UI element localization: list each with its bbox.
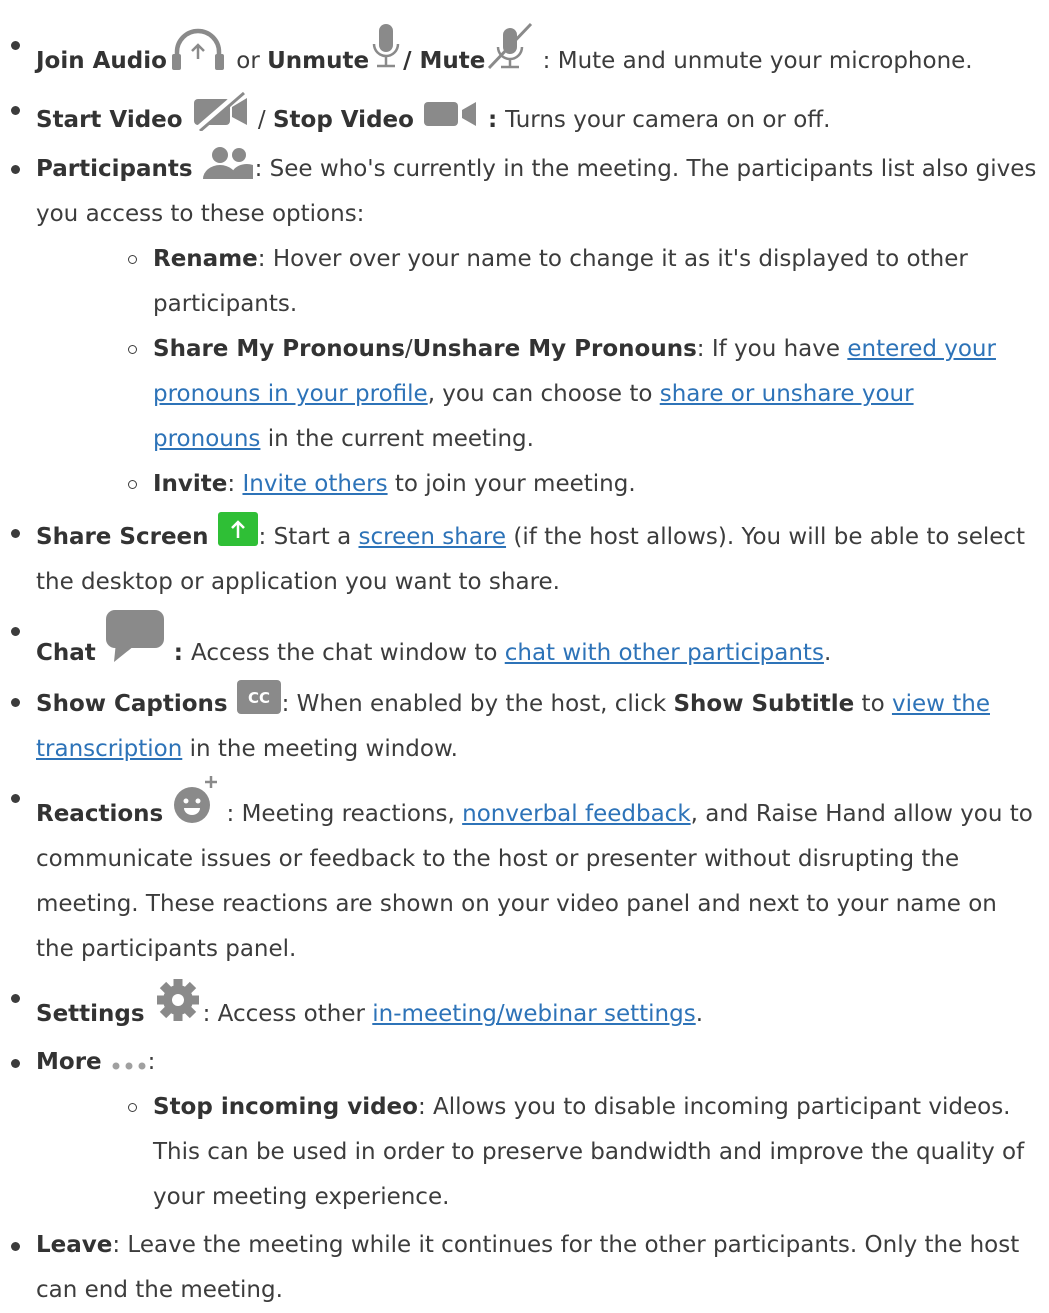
term-label: Start Video — [36, 107, 191, 133]
svg-text:CC: CC — [248, 689, 270, 707]
participants-icon — [201, 146, 255, 180]
doc-link[interactable]: chat with other participants — [505, 640, 824, 666]
term-label: Unshare My Pronouns — [412, 336, 697, 362]
microphone-icon — [369, 22, 403, 72]
list-item: Leave: Leave the meeting while it contin… — [0, 1223, 1049, 1313]
list-item: More : Stop incoming video: Allows you to… — [0, 1040, 1049, 1220]
description-text: . — [823, 640, 832, 666]
description-text: : — [147, 1049, 156, 1075]
doc-link[interactable]: screen share — [359, 524, 507, 550]
description-text: in the meeting window. — [182, 736, 458, 762]
description-text: : Leave the meeting while it continues f… — [36, 1232, 1020, 1303]
description-text: : Meeting reactions, — [219, 801, 463, 827]
description-text: or — [228, 48, 268, 74]
video-camera-icon — [422, 97, 480, 131]
term-label: Stop incoming video — [153, 1094, 418, 1120]
term-label: Participants — [36, 156, 201, 182]
term-label: Invite — [153, 471, 228, 497]
description-text: / — [404, 336, 413, 362]
chat-bubble-icon — [104, 608, 166, 664]
description-text: : Hover over your name to change it as i… — [153, 246, 968, 317]
description-text: : When enabled by the host, click — [281, 691, 674, 717]
term-label: Join Audio — [36, 48, 167, 74]
term-label: Show Captions — [36, 691, 236, 717]
term-label: / Mute — [403, 48, 486, 74]
list-item: Chat : Access the chat window to chat wi… — [0, 608, 1049, 676]
list-item: Share Screen : Start a screen share (if … — [0, 510, 1049, 605]
headphones-arrow-icon — [167, 26, 229, 72]
document: Join Audio or Unmute / Mute : Mute and un… — [0, 0, 1049, 1313]
closed-captions-icon: CC — [236, 679, 282, 715]
term-label: Share My Pronouns — [153, 336, 405, 362]
list-item: Settings : Access other in-meeting/webin… — [0, 975, 1049, 1037]
description-text: to — [854, 691, 892, 717]
description-text: , you can choose to — [427, 381, 660, 407]
description-text: . — [695, 1001, 704, 1027]
term-label: Reactions — [36, 801, 172, 827]
description-text: in the current meeting. — [260, 426, 534, 452]
term-label: Share Screen — [36, 524, 217, 550]
description-text: / — [250, 107, 273, 133]
term-label: : — [479, 107, 506, 133]
term-label: Show Subtitle — [673, 691, 855, 717]
doc-link[interactable]: nonverbal feedback — [462, 801, 691, 827]
microphone-muted-icon — [485, 22, 535, 72]
term-label: More — [36, 1049, 110, 1075]
term-label: Leave — [36, 1232, 113, 1258]
sub-list-item: Stop incoming video: Allows you to disab… — [36, 1085, 1037, 1220]
list-item: Join Audio or Unmute / Mute : Mute and un… — [0, 22, 1049, 84]
term-label: Rename — [153, 246, 258, 272]
share-screen-icon — [217, 510, 259, 548]
sub-list-item: Share My Pronouns/Unshare My Pronouns: I… — [36, 327, 1037, 462]
sub-list-item: Invite: Invite others to join your meeti… — [36, 462, 1037, 507]
term-label: Stop Video — [272, 107, 422, 133]
more-dots-icon — [110, 1059, 148, 1073]
term-label: Settings — [36, 1001, 153, 1027]
sub-list: Stop incoming video: Allows you to disab… — [36, 1085, 1037, 1220]
term-label: : — [165, 640, 191, 666]
doc-link[interactable]: in-meeting/webinar settings — [372, 1001, 695, 1027]
video-off-icon — [191, 87, 251, 131]
list-item: Reactions : Meeting reactions, nonverbal… — [0, 775, 1049, 972]
description-text: : Access other — [202, 1001, 373, 1027]
description-text: to join your meeting. — [387, 471, 636, 497]
list-item: Start Video / Stop Video : Turns your ca… — [0, 87, 1049, 143]
settings-gear-icon — [153, 975, 203, 1025]
description-text: Turns your camera on or off. — [505, 107, 831, 133]
description-text: : If you have — [696, 336, 848, 362]
reactions-smiley-icon — [171, 775, 219, 825]
description-text: : Mute and unmute your microphone. — [535, 48, 973, 74]
description-text: Access the chat window to — [191, 640, 505, 666]
description-text: : Start a — [258, 524, 359, 550]
sub-list: Rename: Hover over your name to change i… — [36, 237, 1037, 507]
doc-link[interactable]: Invite others — [242, 471, 387, 497]
description-text: : — [227, 471, 243, 497]
term-label: Unmute — [267, 48, 370, 74]
list-item: Participants : See who's currently in th… — [0, 146, 1049, 507]
list-item: Show Captions CC : When enabled by the ho… — [0, 679, 1049, 772]
toolbar-controls-list: Join Audio or Unmute / Mute : Mute and un… — [0, 22, 1049, 1313]
term-label: Chat — [36, 640, 104, 666]
sub-list-item: Rename: Hover over your name to change i… — [36, 237, 1037, 327]
